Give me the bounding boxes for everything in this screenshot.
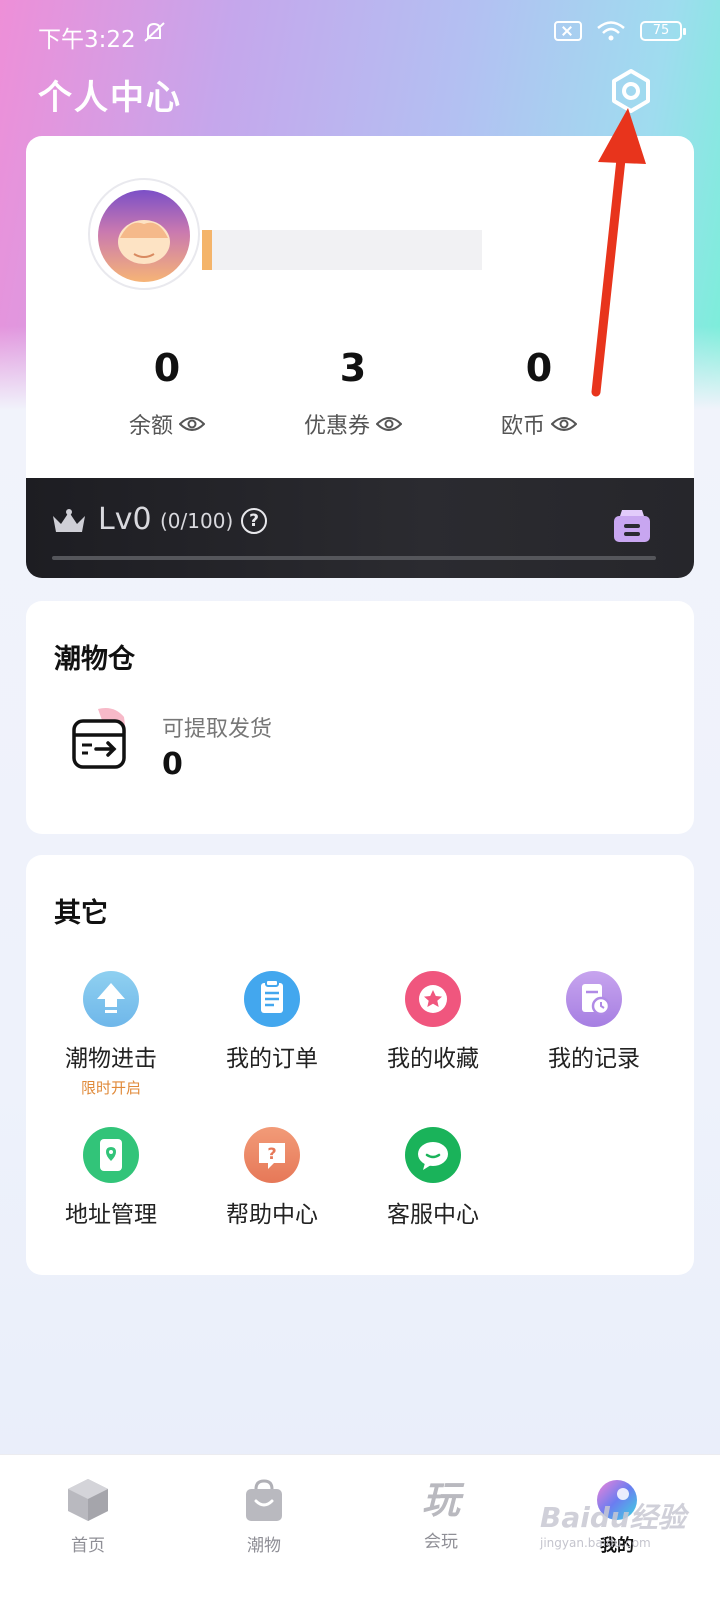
play-text-icon: 玩: [421, 1478, 460, 1522]
avatar[interactable]: [88, 178, 200, 290]
mute-icon: [142, 20, 168, 50]
svg-text:?: ?: [267, 1144, 276, 1163]
stat-ou-coins[interactable]: 0 欧币: [439, 346, 639, 440]
status-time: 下午3:22: [38, 27, 136, 53]
crown-icon: [50, 508, 88, 540]
tab-home[interactable]: 首页: [28, 1477, 148, 1556]
eye-icon[interactable]: [179, 415, 205, 433]
ticket-icon[interactable]: [612, 508, 652, 548]
level-bar[interactable]: Lv0 (0/100) ?: [26, 478, 694, 578]
stat-balance[interactable]: 0 余额: [67, 346, 267, 440]
location-book-icon: [83, 1127, 139, 1183]
sim-off-icon: [554, 21, 582, 41]
grid-item-help[interactable]: ? 帮助中心: [187, 1127, 357, 1229]
others-card: 其它 潮物进击 限时开启 我的订单 我的收藏 我的记录 地址管理 ? 帮助中心 …: [26, 855, 694, 1275]
profile-card: 0 余额 3 优惠券 0 欧币: [26, 136, 694, 481]
grid-item-address[interactable]: 地址管理: [26, 1127, 196, 1229]
shopping-bag-icon: [246, 1479, 282, 1521]
limited-badge: 限时开启: [80, 1079, 141, 1097]
level-progress-track: [52, 556, 656, 560]
warehouse-card[interactable]: 潮物仓 可提取发货 0: [26, 601, 694, 834]
status-bar: 下午3:22 75: [38, 18, 686, 54]
tab-play[interactable]: 玩 会玩: [381, 1477, 501, 1552]
warehouse-label: 可提取发货: [162, 717, 273, 742]
order-list-icon: [244, 971, 300, 1027]
watermark-logo: Baidu经验 jingyan.baidu.com: [540, 1501, 686, 1550]
stat-coupons[interactable]: 3 优惠券: [253, 346, 453, 440]
grid-item-orders[interactable]: 我的订单: [187, 971, 357, 1073]
others-title: 其它: [54, 898, 108, 929]
settings-icon[interactable]: [608, 68, 654, 114]
upgrade-arrow-icon: [83, 971, 139, 1027]
help-icon[interactable]: ?: [241, 508, 267, 534]
username-redacted: [202, 230, 482, 270]
grid-item-advance[interactable]: 潮物进击 限时开启: [26, 971, 196, 1098]
eye-icon[interactable]: [551, 415, 577, 433]
level-label: Lv0: [98, 502, 152, 537]
warehouse-count: 0: [162, 747, 183, 782]
chat-bubble-icon: [405, 1127, 461, 1183]
grid-item-service[interactable]: 客服中心: [348, 1127, 518, 1229]
star-icon: [405, 971, 461, 1027]
tab-trend[interactable]: 潮物: [204, 1477, 324, 1556]
battery-icon: 75: [640, 21, 686, 41]
level-progress-text: (0/100): [160, 509, 234, 533]
warehouse-box-icon: [68, 703, 134, 777]
grid-item-records[interactable]: 我的记录: [509, 971, 679, 1073]
page-title: 个人中心: [38, 78, 182, 118]
warehouse-title: 潮物仓: [54, 644, 135, 675]
home-cube-icon: [68, 1479, 108, 1521]
grid-item-favorites[interactable]: 我的收藏: [348, 971, 518, 1073]
record-clock-icon: [566, 971, 622, 1027]
eye-icon[interactable]: [376, 415, 402, 433]
question-bubble-icon: ?: [244, 1127, 300, 1183]
wifi-icon: [596, 20, 626, 42]
